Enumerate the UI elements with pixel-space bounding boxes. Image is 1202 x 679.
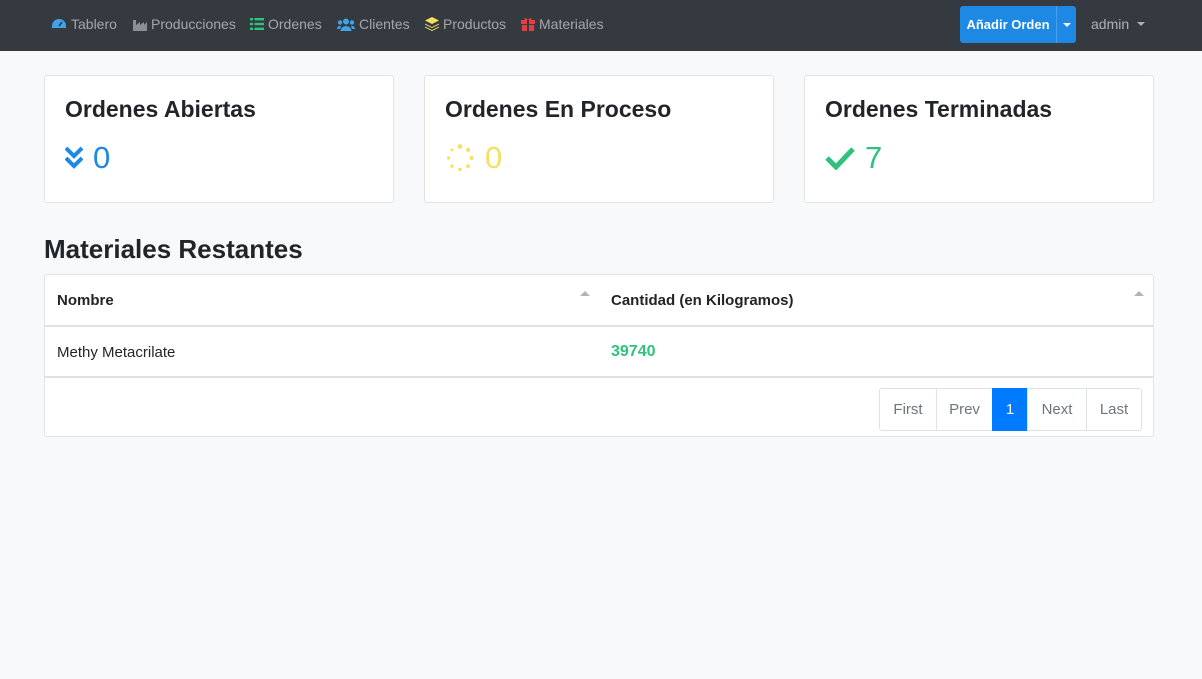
column-header-label: Nombre <box>57 292 114 309</box>
nav-label: Productos <box>443 16 507 32</box>
double-chevron-down-icon <box>65 146 83 169</box>
card-open-orders: Ordenes Abiertas 0 <box>44 75 394 203</box>
add-order-button[interactable]: Añadir Orden <box>960 6 1056 43</box>
card-finished-orders: Ordenes Terminadas 7 <box>804 75 1154 203</box>
nav-label: Materiales <box>539 16 604 32</box>
header-divider <box>45 325 1153 327</box>
layers-icon <box>425 17 439 31</box>
pagination-page-1[interactable]: 1 <box>992 388 1028 431</box>
spinner-icon <box>446 144 474 172</box>
pagination-next[interactable]: Next <box>1027 388 1087 431</box>
nav-item-tablero[interactable]: Tablero <box>51 14 117 34</box>
card-title: Ordenes Terminadas <box>825 96 1053 122</box>
users-icon <box>337 18 355 31</box>
pagination: First Prev 1 Next Last <box>879 388 1142 431</box>
nav-item-clientes[interactable]: Clientes <box>337 14 410 34</box>
column-header-nombre[interactable]: Nombre <box>57 275 114 326</box>
card-title: Ordenes Abiertas <box>65 96 256 122</box>
user-menu[interactable]: admin <box>1091 14 1146 34</box>
material-quantity: 39740 <box>611 343 656 360</box>
add-order-split-button[interactable]: Añadir Orden <box>960 6 1076 43</box>
sort-asc-icon[interactable] <box>1134 291 1144 296</box>
nav-label: Producciones <box>151 16 236 32</box>
caret-down-icon <box>1062 22 1071 27</box>
card-title: Ordenes En Proceso <box>445 96 672 122</box>
materials-table: Nombre Cantidad (en Kilogramos) Methy Me… <box>44 274 1154 437</box>
nav-label: Tablero <box>71 16 117 32</box>
table-cell-name: Methy Metacrilate <box>57 327 175 377</box>
open-orders-count: 0 <box>93 140 111 175</box>
card-stat: 7 <box>825 138 882 178</box>
nav-label: Ordenes <box>268 16 322 32</box>
in-process-orders-count: 0 <box>485 140 503 175</box>
column-header-cantidad[interactable]: Cantidad (en Kilogramos) <box>611 275 794 326</box>
check-icon <box>825 147 855 170</box>
table-cell-qty: 39740 <box>611 327 656 377</box>
pagination-prev[interactable]: Prev <box>936 388 993 431</box>
row-divider <box>45 376 1153 378</box>
gift-icon <box>521 18 535 31</box>
list-icon <box>250 18 264 30</box>
section-title: Materiales Restantes <box>44 234 303 264</box>
tachometer-icon <box>52 19 66 28</box>
pagination-first[interactable]: First <box>879 388 937 431</box>
finished-orders-count: 7 <box>865 140 883 175</box>
caret-down-icon <box>1137 22 1146 26</box>
pagination-last[interactable]: Last <box>1086 388 1142 431</box>
nav-item-productos[interactable]: Productos <box>425 14 506 34</box>
nav-item-ordenes[interactable]: Ordenes <box>250 14 322 34</box>
industry-icon <box>133 19 147 31</box>
card-in-process-orders: Ordenes En Proceso 0 <box>424 75 774 203</box>
user-name: admin <box>1091 16 1130 32</box>
add-order-dropdown-toggle[interactable] <box>1056 6 1076 43</box>
nav-item-materiales[interactable]: Materiales <box>521 14 604 34</box>
sort-asc-icon[interactable] <box>580 291 590 296</box>
material-name: Methy Metacrilate <box>57 343 176 361</box>
card-stat: 0 <box>65 138 110 178</box>
column-header-label: Cantidad (en Kilogramos) <box>611 292 794 309</box>
nav-item-producciones[interactable]: Producciones <box>133 14 236 34</box>
top-navbar: Tablero Producciones Ordenes Clientes Pr… <box>0 0 1202 51</box>
nav-label: Clientes <box>359 16 410 32</box>
card-stat: 0 <box>445 138 502 178</box>
